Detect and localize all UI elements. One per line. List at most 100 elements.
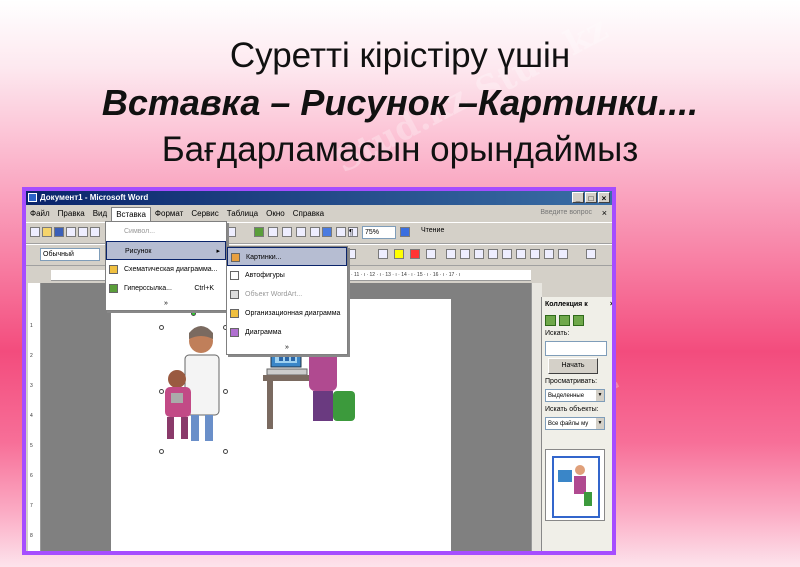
objects-value: Все файлы му: [548, 421, 589, 427]
word-app-icon: [28, 193, 37, 202]
selection-handle[interactable]: [223, 389, 228, 394]
forward-icon[interactable]: [559, 315, 570, 326]
save-icon[interactable]: [54, 227, 64, 237]
home-icon[interactable]: [573, 315, 584, 326]
expand-menu-icon[interactable]: »: [106, 298, 226, 310]
search-input[interactable]: [545, 341, 607, 356]
picture-toolbar-icon[interactable]: [426, 249, 436, 259]
transparent-color-icon[interactable]: [516, 249, 526, 259]
clipart-results: [545, 449, 605, 521]
search-label: Искать:: [545, 330, 570, 337]
thumbnail-image: [558, 465, 592, 506]
expand-submenu-icon[interactable]: »: [227, 342, 347, 354]
help-icon[interactable]: [400, 227, 410, 237]
docmap-icon[interactable]: [336, 227, 346, 237]
selection-handle[interactable]: [159, 325, 164, 330]
insert-diagram-item[interactable]: Схематическая диаграмма...: [106, 260, 226, 279]
borders-icon[interactable]: [378, 249, 388, 259]
more-tools-icon[interactable]: [544, 249, 554, 259]
arrow-icon[interactable]: [586, 249, 596, 259]
diagram-icon: [109, 265, 118, 274]
format-picture-icon[interactable]: [502, 249, 512, 259]
autoshapes-item[interactable]: Автофигуры: [227, 266, 347, 285]
document-close-icon[interactable]: ×: [602, 208, 607, 218]
hyperlink-icon[interactable]: [254, 227, 264, 237]
word-screenshot: Документ1 - Microsoft Word _ □ × Файл Пр…: [22, 187, 616, 555]
columns-icon[interactable]: [310, 227, 320, 237]
font-color-icon[interactable]: [410, 249, 420, 259]
undo-icon[interactable]: [226, 227, 236, 237]
start-search-button[interactable]: Начать: [548, 358, 598, 374]
chart-item[interactable]: Диаграмма: [227, 323, 347, 342]
menu-edit[interactable]: Правка: [54, 207, 89, 221]
selection-handle[interactable]: [159, 389, 164, 394]
task-pane-title: Коллекция к: [545, 301, 588, 308]
menu-window[interactable]: Окно: [262, 207, 289, 221]
insert-table-icon[interactable]: [282, 227, 292, 237]
menu-insert[interactable]: Вставка: [111, 206, 151, 222]
task-pane-close-icon[interactable]: ×: [610, 299, 612, 311]
chevron-down-icon[interactable]: ▼: [596, 390, 604, 401]
insert-symbol-item[interactable]: Символ...: [106, 222, 226, 241]
crop-icon[interactable]: [460, 249, 470, 259]
slide-title-line3: Бағдарламасын орындаймыз: [161, 130, 639, 169]
chevron-down-icon[interactable]: ▼: [596, 418, 604, 429]
close-button[interactable]: ×: [598, 192, 610, 203]
highlight-icon[interactable]: [394, 249, 404, 259]
task-pane-header: Коллекция к ×: [542, 297, 612, 313]
tables-icon[interactable]: [268, 227, 278, 237]
menu-table[interactable]: Таблица: [223, 207, 262, 221]
menu-help[interactable]: Справка: [289, 207, 328, 221]
cut-icon[interactable]: [558, 249, 568, 259]
menu-file[interactable]: Файл: [26, 207, 54, 221]
menu-view[interactable]: Вид: [89, 207, 111, 221]
vruler-number: 1: [30, 323, 33, 329]
preview-icon[interactable]: [90, 227, 100, 237]
clipart-task-pane: Коллекция к × Искать: Начать Просматрива…: [541, 297, 612, 551]
drawing-icon[interactable]: [322, 227, 332, 237]
menu-format[interactable]: Формат: [151, 207, 187, 221]
rotate-icon[interactable]: [474, 249, 484, 259]
orgchart-item[interactable]: Организационная диаграмма: [227, 304, 347, 323]
vruler-number: 3: [30, 383, 33, 389]
clipart-item[interactable]: Картинки...: [227, 247, 347, 266]
vruler-number: 7: [30, 503, 33, 509]
excel-icon[interactable]: [296, 227, 306, 237]
color-icon[interactable]: [446, 249, 456, 259]
vruler-number: 4: [30, 413, 33, 419]
vertical-ruler[interactable]: 1 2 3 4 5 6 7 8: [28, 283, 41, 551]
zoom-select[interactable]: 75%: [362, 226, 396, 239]
clipart-doctor-image[interactable]: [151, 319, 231, 449]
open-icon[interactable]: [42, 227, 52, 237]
maximize-button[interactable]: □: [585, 192, 597, 203]
new-document-icon[interactable]: [30, 227, 40, 237]
ruler-marks: · 11 · ı · 12 · ı · 13 · ı · 14 · ı · 15…: [351, 272, 461, 278]
slide-title-line2: Вставка – Рисунок –Картинки....: [101, 82, 699, 123]
text-wrap-icon[interactable]: [488, 249, 498, 259]
insert-picture-item[interactable]: Рисунок ▸: [106, 241, 226, 260]
print-icon[interactable]: [78, 227, 88, 237]
browse-select[interactable]: Выделенные ▼: [545, 389, 605, 402]
menu-tools[interactable]: Сервис: [187, 207, 222, 221]
rotate-handle[interactable]: [191, 311, 196, 316]
permission-icon[interactable]: [66, 227, 76, 237]
reset-picture-icon[interactable]: [530, 249, 540, 259]
style-select[interactable]: Обычный: [40, 248, 100, 261]
insert-hyperlink-item[interactable]: Гиперссылка... Ctrl+K: [106, 279, 226, 298]
vruler-number: 5: [30, 443, 33, 449]
submenu-arrow-icon: ▸: [216, 248, 220, 255]
insert-menu-dropdown: Символ... Рисунок ▸ Схематическая диаграм…: [105, 221, 227, 311]
objects-select[interactable]: Все файлы му ▼: [545, 417, 605, 430]
minimize-button[interactable]: _: [572, 192, 584, 203]
clipart-thumbnail[interactable]: [552, 456, 600, 518]
reading-mode-button[interactable]: Чтение: [421, 227, 444, 234]
help-question-input[interactable]: Введите вопрос: [540, 209, 592, 216]
picture-submenu: Картинки... Автофигуры Объект WordArt...…: [226, 246, 348, 355]
wordart-item[interactable]: Объект WordArt...: [227, 285, 347, 304]
show-marks-icon[interactable]: ¶: [348, 227, 358, 237]
selection-handle[interactable]: [159, 449, 164, 454]
back-icon[interactable]: [545, 315, 556, 326]
wordart-icon: [230, 290, 239, 299]
selection-handle[interactable]: [223, 449, 228, 454]
window-title: Документ1 - Microsoft Word: [40, 193, 149, 202]
